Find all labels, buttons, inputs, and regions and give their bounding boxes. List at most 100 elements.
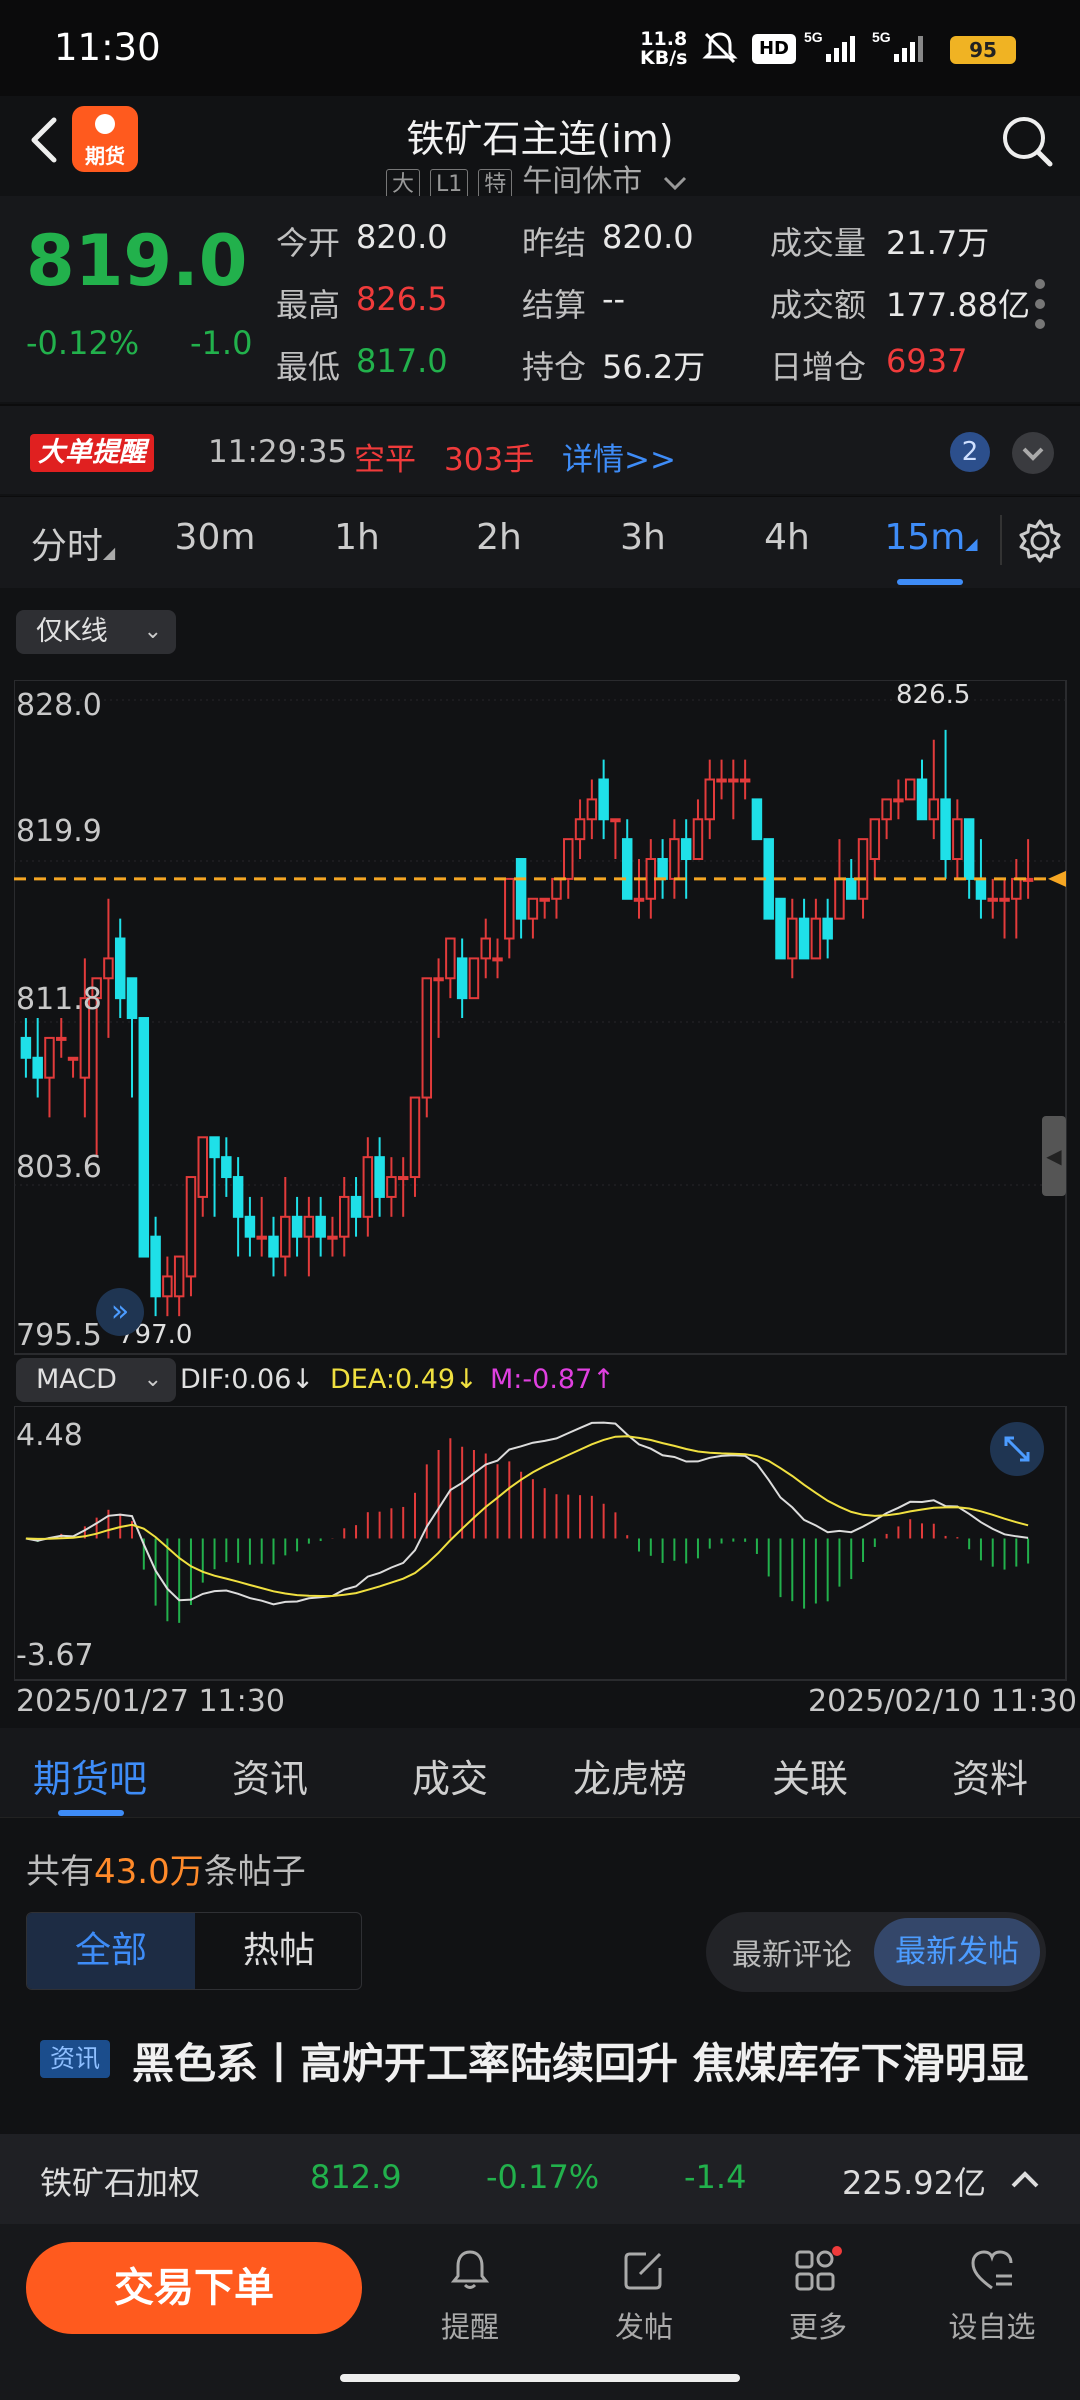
candle-body <box>456 957 468 1000</box>
candle-body <box>881 798 892 821</box>
candle-body <box>904 778 916 801</box>
candle-body <box>433 977 444 982</box>
signal-icon-2: 5G <box>872 28 942 72</box>
tab-30m[interactable]: 30m <box>150 517 280 558</box>
candle-body <box>138 1017 150 1258</box>
candle-body <box>952 818 963 861</box>
candle-body <box>940 798 951 861</box>
tab-divider <box>1000 515 1002 565</box>
candle-body <box>787 917 798 960</box>
nav-post[interactable]: 发帖 <box>584 2246 704 2346</box>
tab-15m[interactable]: 15m◢ <box>866 517 996 558</box>
candle-body <box>999 897 1010 902</box>
candle-body <box>539 897 550 902</box>
bottom-nav: 交易下单 提醒 发帖 更多 设自选 <box>0 2224 1080 2400</box>
quote-label: 持仓 <box>522 348 587 386</box>
quote-value: 56.2万 <box>602 348 706 386</box>
candle-body <box>916 778 928 821</box>
expand-alert-button[interactable] <box>1012 432 1054 474</box>
news-title[interactable]: 黑色系丨高炉开工率陆续回升 焦煤库存下滑明显 <box>132 2032 1062 2096</box>
filter-hot-button[interactable]: 热帖 <box>195 1913 361 1989</box>
settings-gear-icon[interactable] <box>1016 517 1064 569</box>
quote-label: 结算 <box>522 286 587 324</box>
bottom-ticker[interactable]: 铁矿石加权 812.9 -0.17% -1.4 225.92亿 <box>0 2134 1080 2224</box>
price-label-2: 819.9 <box>16 814 102 849</box>
candle-body <box>893 798 904 803</box>
tab-intraday[interactable]: 分时◢ <box>8 517 138 569</box>
candle-body <box>716 778 727 783</box>
quote-label: 成交额 <box>770 286 867 324</box>
tab-3h[interactable]: 3h <box>578 517 708 558</box>
network-speed: 11.8 KB/s <box>640 28 688 69</box>
candle-body <box>775 897 786 960</box>
candle-body <box>822 917 833 940</box>
last-price: 819.0 <box>26 220 248 302</box>
tab-1h[interactable]: 1h <box>292 517 422 558</box>
candle-body <box>56 1036 67 1041</box>
candle-body <box>669 838 680 880</box>
kline-mode-dropdown[interactable]: 仅K线 ⌄ <box>16 610 176 654</box>
filter-all-button[interactable]: 全部 <box>27 1913 195 1989</box>
candle-body <box>704 778 716 821</box>
search-button[interactable] <box>1000 114 1054 168</box>
tab-info[interactable]: 资料 <box>900 1748 1080 1803</box>
indicator-dropdown[interactable]: MACD ⌄ <box>16 1358 176 1402</box>
candle-body <box>574 818 586 841</box>
candle-body <box>421 977 433 1099</box>
alert-time: 11:29:35 <box>208 434 348 470</box>
alert-details-link[interactable]: 详情>> <box>562 434 676 479</box>
tab-4h[interactable]: 4h <box>722 517 852 558</box>
tab-dragon-tiger[interactable]: 龙虎榜 <box>540 1748 720 1803</box>
sort-latest-post[interactable]: 最新发帖 <box>874 1918 1040 1986</box>
candle-body <box>397 1176 409 1181</box>
quote-label: 成交量 <box>770 224 867 262</box>
active-content-tab-indicator <box>58 1810 124 1816</box>
candle-body <box>256 1235 267 1240</box>
candle-body <box>645 858 657 900</box>
dea-line <box>25 1435 1029 1597</box>
nav-more[interactable]: 更多 <box>758 2246 878 2346</box>
last-price-marker <box>1048 870 1066 887</box>
candle-body <box>350 1195 362 1218</box>
alert-size: 303手 <box>444 442 535 478</box>
change-percent: -0.12% <box>26 324 140 362</box>
more-icon[interactable] <box>1032 278 1048 334</box>
chevron-down-icon[interactable] <box>662 165 688 200</box>
tab-2h[interactable]: 2h <box>434 517 564 558</box>
tab-trades[interactable]: 成交 <box>360 1748 540 1803</box>
contract-tags: 大 L1 特午间休市 <box>386 156 688 201</box>
side-drawer-handle[interactable]: ◀ <box>1042 1116 1066 1196</box>
candle-body <box>834 877 845 920</box>
tab-news[interactable]: 资讯 <box>180 1748 360 1803</box>
nav-watchlist[interactable]: 设自选 <box>932 2246 1052 2346</box>
sort-latest-comment[interactable]: 最新评论 <box>732 1930 852 1974</box>
candle-body <box>987 897 998 902</box>
status-bar: 11:30 11.8 KB/s HD 5G 5G 95 <box>0 0 1080 96</box>
candle-body <box>221 1156 232 1179</box>
candle-body <box>468 957 480 1000</box>
page-title: 铁矿石主连(im) <box>406 117 674 161</box>
ticker-name: 铁矿石加权 <box>40 2164 201 2202</box>
candle-body <box>338 1195 350 1238</box>
candle-body <box>610 818 621 823</box>
nav-alert[interactable]: 提醒 <box>410 2246 530 2346</box>
session-status[interactable]: 午间休市 <box>522 164 642 199</box>
fullscreen-icon[interactable] <box>990 1422 1044 1476</box>
candle-body <box>327 1235 338 1240</box>
candle-body <box>598 778 609 821</box>
macd-chart[interactable] <box>14 1406 1068 1682</box>
trade-order-button[interactable]: 交易下单 <box>26 2242 362 2334</box>
chevron-up-icon[interactable] <box>1008 2162 1042 2200</box>
m-value: M:-0.87↑ <box>490 1364 615 1395</box>
candle-body <box>114 937 126 1000</box>
dea-value: DEA:0.49↓ <box>330 1364 478 1395</box>
tab-futures-forum[interactable]: 期货吧 <box>0 1748 180 1803</box>
tab-related[interactable]: 关联 <box>720 1748 900 1803</box>
candlestick-chart[interactable] <box>14 680 1068 1356</box>
macd-top-label: 4.48 <box>16 1418 83 1453</box>
candle-body <box>928 798 940 821</box>
chart-area: 仅K线 ⌄ 828.0 819.9 811.8 803.6 795.5 826.5… <box>0 588 1080 1728</box>
candle-body <box>504 877 515 940</box>
scroll-to-latest-icon[interactable]: » <box>96 1288 144 1336</box>
big-order-alert[interactable]: 大单提醒 11:29:35 空平 303手 详情>> 2 <box>0 404 1080 494</box>
